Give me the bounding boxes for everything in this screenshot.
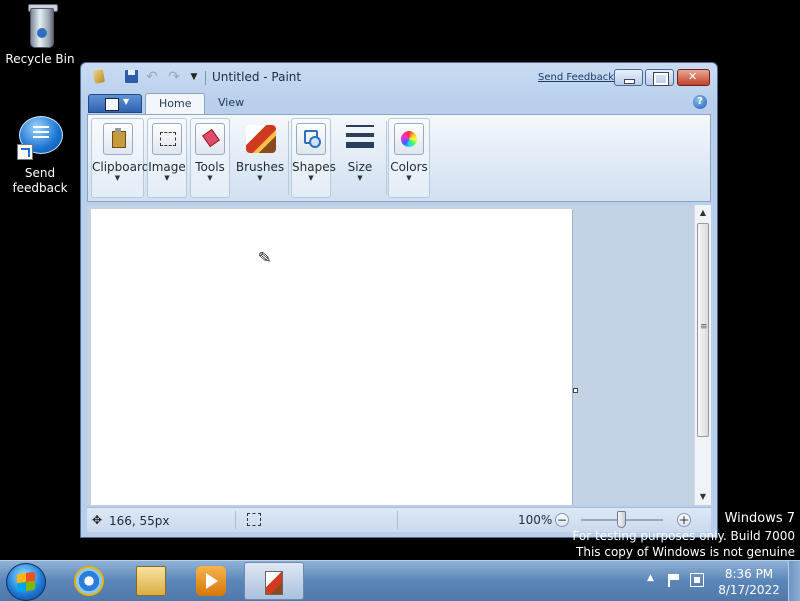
shapes-button[interactable]: Shapes ▼ xyxy=(291,118,336,198)
title-bar[interactable]: ↶ ↷ ▼ Untitled - Paint Send Feedback xyxy=(81,63,717,91)
title-separator xyxy=(205,71,206,85)
brushes-button[interactable]: Brushes ▼ xyxy=(234,118,286,198)
save-icon[interactable] xyxy=(123,68,141,86)
start-button[interactable] xyxy=(6,563,46,601)
taskbar-internet-explorer[interactable] xyxy=(60,562,120,600)
colors-icon xyxy=(394,123,424,155)
watermark-genuine: This copy of Windows is not genuine xyxy=(576,545,795,559)
selection-size-icon xyxy=(247,513,261,526)
status-separator xyxy=(397,511,398,529)
internet-explorer-icon xyxy=(74,566,104,596)
scroll-down-icon[interactable]: ▼ xyxy=(695,489,711,505)
chevron-down-icon: ▼ xyxy=(257,174,263,182)
tools-button[interactable]: Tools ▼ xyxy=(190,118,230,198)
windows-logo-icon xyxy=(17,571,35,593)
size-label: Size xyxy=(347,160,373,174)
colors-label: Colors xyxy=(390,160,428,174)
clipboard-button[interactable]: Clipboard ▼ xyxy=(91,118,150,198)
shapes-icon xyxy=(296,123,326,155)
chevron-down-icon: ▼ xyxy=(164,174,170,182)
size-button[interactable]: Size ▼ xyxy=(336,118,384,198)
scroll-thumb[interactable] xyxy=(697,223,709,437)
clock[interactable]: 8:36 PM 8/17/2022 xyxy=(716,566,782,598)
clock-date: 8/17/2022 xyxy=(718,583,780,597)
taskbar: ▲ 8:36 PM 8/17/2022 xyxy=(0,560,800,601)
desktop-icon-send-feedback[interactable]: Send feedback xyxy=(0,116,80,196)
send-feedback-label-line1: Send xyxy=(24,166,56,180)
tab-home[interactable]: Home xyxy=(145,93,206,114)
ribbon-home: Clipboard ▼ Image ▼ Tools ▼ Brushes ▼ Sh… xyxy=(87,114,711,202)
recycle-bin-icon xyxy=(24,2,58,48)
cursor-position-icon: ✥ xyxy=(92,513,103,527)
menu-icon xyxy=(105,98,119,111)
customize-dropdown-icon[interactable]: ▼ xyxy=(185,68,203,86)
show-hidden-icons-icon[interactable]: ▲ xyxy=(647,573,654,583)
network-icon[interactable] xyxy=(690,573,704,587)
colors-button[interactable]: Colors ▼ xyxy=(388,118,430,198)
close-button[interactable] xyxy=(677,69,710,86)
minimize-button[interactable] xyxy=(614,69,643,86)
paint-menu-button[interactable]: ▼ xyxy=(88,94,142,113)
image-label: Image xyxy=(148,160,186,174)
taskbar-windows-explorer[interactable] xyxy=(122,562,182,600)
status-separator xyxy=(235,511,236,529)
cursor-position: 166, 55px xyxy=(109,514,170,528)
show-desktop-button[interactable] xyxy=(788,561,800,601)
taskbar-paint[interactable] xyxy=(244,562,304,600)
pencil-cursor-icon: ✎ xyxy=(257,247,273,268)
tab-view[interactable]: View xyxy=(205,93,257,114)
chevron-down-icon: ▼ xyxy=(207,174,213,182)
image-button[interactable]: Image ▼ xyxy=(147,118,187,198)
send-feedback-link[interactable]: Send Feedback xyxy=(538,72,614,83)
zoom-level: 100% xyxy=(518,513,553,527)
clipboard-label: Clipboard xyxy=(92,160,150,174)
zoom-in-button[interactable]: + xyxy=(677,513,691,527)
desktop-icon-recycle-bin[interactable]: Recycle Bin xyxy=(0,2,80,67)
action-center-flag-icon[interactable] xyxy=(666,573,680,587)
taskbar-media-player[interactable] xyxy=(182,562,242,600)
clipboard-icon xyxy=(102,123,133,155)
windows-explorer-icon xyxy=(136,566,166,596)
ribbon-separator xyxy=(386,121,387,195)
chevron-down-icon: ▼ xyxy=(357,174,363,182)
vertical-scrollbar[interactable]: ▲ ▼ xyxy=(694,205,711,505)
media-player-icon xyxy=(196,566,226,596)
canvas-area xyxy=(87,205,694,505)
window-title: Untitled - Paint xyxy=(212,70,302,84)
canvas-resize-handle[interactable] xyxy=(573,388,578,393)
drawing-canvas[interactable] xyxy=(91,209,572,505)
chevron-down-icon: ▼ xyxy=(308,174,314,182)
paint-app-icon[interactable] xyxy=(91,68,109,86)
ribbon-tabs: ▼ Home View ? xyxy=(87,92,711,114)
maximize-button[interactable] xyxy=(645,69,674,86)
watermark-build: For testing purposes only. Build 7000 xyxy=(572,529,795,543)
tools-label: Tools xyxy=(195,160,225,174)
redo-icon[interactable]: ↷ xyxy=(165,68,183,86)
shapes-label: Shapes xyxy=(292,160,336,174)
undo-icon[interactable]: ↶ xyxy=(143,68,161,86)
watermark-os: Windows 7 xyxy=(724,511,795,526)
help-icon[interactable]: ? xyxy=(693,95,707,109)
clock-time: 8:36 PM xyxy=(724,567,774,581)
recycle-bin-label: Recycle Bin xyxy=(5,52,75,66)
image-select-icon xyxy=(152,123,182,155)
send-feedback-label-line2: feedback xyxy=(12,181,68,195)
tools-icon xyxy=(195,123,225,155)
scroll-up-icon[interactable]: ▲ xyxy=(695,205,711,221)
zoom-out-button[interactable]: − xyxy=(555,513,569,527)
paint-window: ↶ ↷ ▼ Untitled - Paint Send Feedback ▼ H… xyxy=(80,62,718,538)
size-icon xyxy=(346,125,374,151)
chevron-down-icon: ▼ xyxy=(123,97,130,106)
chevron-down-icon: ▼ xyxy=(406,174,412,182)
brushes-icon xyxy=(246,123,276,153)
brushes-label: Brushes xyxy=(235,160,285,174)
chevron-down-icon: ▼ xyxy=(114,174,121,182)
ribbon-separator xyxy=(288,121,289,195)
zoom-slider-thumb[interactable] xyxy=(617,511,626,528)
send-feedback-icon xyxy=(17,116,63,160)
paint-icon xyxy=(259,567,289,597)
